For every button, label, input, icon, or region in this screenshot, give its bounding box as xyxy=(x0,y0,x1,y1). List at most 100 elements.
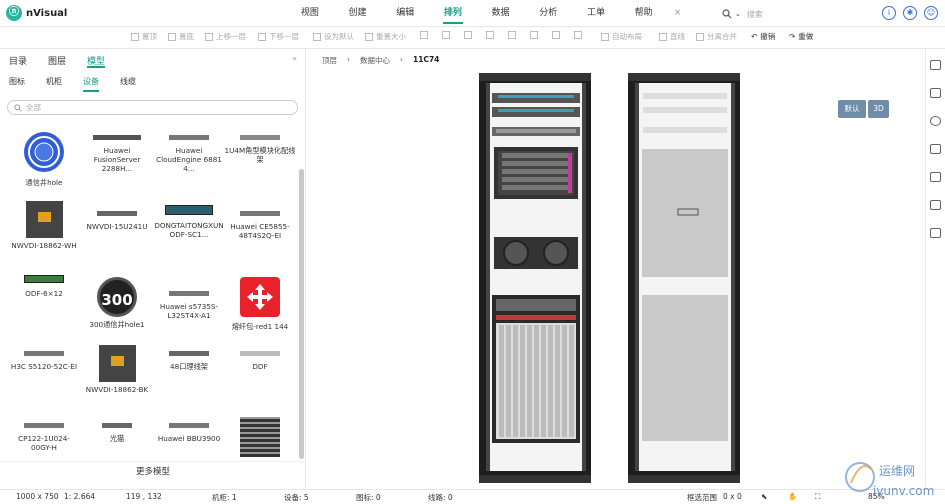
menu-workorder[interactable]: 工单 xyxy=(572,0,620,27)
model-item[interactable]: ODF-6×12 xyxy=(8,275,80,298)
straight-line-button[interactable]: 直线 xyxy=(659,31,685,42)
info-icon[interactable]: i xyxy=(882,6,896,20)
model-item[interactable]: Huawei BBU3900 xyxy=(153,423,225,443)
view-default-button[interactable]: 默认 xyxy=(838,100,866,118)
app-logo[interactable]: ⓝ nVisual xyxy=(6,5,67,21)
cursor-readout: 119 , 132 xyxy=(126,492,162,501)
align-left-button[interactable] xyxy=(420,31,431,39)
model-item[interactable]: 光猫 xyxy=(81,423,153,443)
pan-tool-icon[interactable]: ✋ xyxy=(788,492,797,501)
user-icon[interactable]: ☺ xyxy=(924,6,938,20)
search-box[interactable]: ⌄ 搜索 xyxy=(722,6,872,22)
model-item[interactable]: Huawei CloudEngine 6881 4... xyxy=(153,135,225,173)
subtab-icons[interactable]: 图标 xyxy=(9,72,25,92)
model-grid: 通信井hole Huawei FusionServer 2288H... Hua… xyxy=(0,125,300,463)
properties-icon[interactable] xyxy=(930,60,941,70)
menu-arrange[interactable]: 排列 xyxy=(429,0,477,27)
main-menu: 视图 创建 编辑 排列 数据 分析 工单 帮助 × xyxy=(286,0,688,27)
move-down-button[interactable]: 下移一层 xyxy=(258,31,299,42)
model-item[interactable]: Huawei CE5855-48T4S2Q-EI xyxy=(224,211,296,240)
tab-models[interactable]: 模型 xyxy=(87,49,106,68)
switch-thumb xyxy=(24,351,64,356)
arrange-toolbar: 置顶 置底 上移一层 下移一层 设为默认 重置大小 自动布局 直线 分离合并 ↶… xyxy=(0,27,945,49)
subtab-cables[interactable]: 线缆 xyxy=(120,72,136,92)
canvas[interactable]: 顶层 › 数据中心 › 11C74 默认 3D xyxy=(306,49,925,489)
rear-rack[interactable] xyxy=(628,73,740,483)
send-to-bottom-button[interactable]: 置底 xyxy=(168,31,194,42)
align-center-button[interactable] xyxy=(442,31,453,39)
chassis-thumb xyxy=(240,417,280,457)
rack-view[interactable] xyxy=(306,49,925,489)
redo-button[interactable]: ↷ 重做 xyxy=(789,31,813,42)
right-toolbar xyxy=(925,49,945,489)
menu-data[interactable]: 数据 xyxy=(477,0,525,27)
tab-catalog[interactable]: 目录 xyxy=(9,49,27,68)
monitor-icon[interactable] xyxy=(930,228,941,238)
pointer-tool-icon[interactable]: ⬉ xyxy=(761,492,767,501)
auto-layout-icon xyxy=(601,32,609,41)
move-up-button[interactable]: 上移一层 xyxy=(205,31,246,42)
distribute-h-button[interactable] xyxy=(552,31,563,39)
auto-layout-button[interactable]: 自动布局 xyxy=(601,31,642,42)
menu-edit[interactable]: 编辑 xyxy=(381,0,429,27)
undo-button[interactable]: ↶ 撤销 xyxy=(751,31,775,42)
list-icon[interactable] xyxy=(930,88,941,98)
panel-scrollbar[interactable] xyxy=(299,169,304,459)
align-right-button[interactable] xyxy=(464,31,475,39)
align-top-button[interactable] xyxy=(486,31,497,39)
menu-help[interactable]: 帮助 xyxy=(620,0,668,27)
view-3d-button[interactable]: 3D xyxy=(868,100,889,118)
model-item[interactable]: CP122-1U024-00GY-H xyxy=(8,423,80,452)
tab-layers[interactable]: 图层 xyxy=(48,49,66,68)
subtab-cabinets[interactable]: 机柜 xyxy=(46,72,62,92)
distribute-h-icon xyxy=(552,31,560,39)
redo-icon: ↷ xyxy=(789,32,796,41)
model-item[interactable]: 1U4M角型模块化配线架 xyxy=(224,135,296,164)
panel-thumb xyxy=(97,211,137,216)
align-middle-button[interactable] xyxy=(508,31,519,39)
model-item[interactable]: H3C S5120-52C-EI xyxy=(8,351,80,371)
odf-thumb xyxy=(24,275,64,283)
model-item[interactable] xyxy=(224,417,296,460)
model-item[interactable]: NWVDI-15U241U xyxy=(81,211,153,231)
bring-to-top-button[interactable]: 置顶 xyxy=(131,31,157,42)
set-default-button[interactable]: 设为默认 xyxy=(313,31,354,42)
reset-size-icon xyxy=(365,32,373,41)
front-rack[interactable] xyxy=(479,73,591,483)
link-icon[interactable] xyxy=(930,144,941,154)
model-item[interactable]: 熔纤包-red1 144 xyxy=(224,277,296,331)
distribute-v-button[interactable] xyxy=(574,31,585,39)
align-top-icon xyxy=(486,31,494,39)
model-item[interactable]: NWVDI-18862-BK xyxy=(81,345,153,394)
menu-close-icon[interactable]: × xyxy=(668,0,688,27)
split-merge-button[interactable]: 分离合并 xyxy=(696,31,737,42)
settings-icon[interactable]: ✱ xyxy=(903,6,917,20)
model-item[interactable]: Huawei FusionServer 2288H... xyxy=(81,135,153,173)
model-item[interactable]: NWVDI-18862-WH xyxy=(8,201,80,250)
search-input[interactable]: 搜索 xyxy=(747,9,763,20)
model-item[interactable]: 300 300通信井hole1 xyxy=(81,277,153,329)
fullscreen-icon[interactable]: ⛶ xyxy=(815,492,820,502)
menu-create[interactable]: 创建 xyxy=(334,0,382,27)
model-item[interactable]: 48口理线架 xyxy=(153,351,225,371)
align-middle-icon xyxy=(508,31,516,39)
menu-analysis[interactable]: 分析 xyxy=(524,0,572,27)
model-item[interactable]: DDF xyxy=(224,351,296,371)
undo-icon: ↶ xyxy=(751,32,758,41)
reset-size-button[interactable]: 重置大小 xyxy=(365,31,406,42)
chevron-down-icon[interactable]: ⌄ xyxy=(735,10,741,18)
menu-view[interactable]: 视图 xyxy=(286,0,334,27)
align-bottom-button[interactable] xyxy=(530,31,541,39)
more-models-button[interactable]: 更多模型 xyxy=(0,461,306,481)
filter-icon[interactable] xyxy=(930,172,941,182)
topology-icon[interactable] xyxy=(930,116,941,126)
collapse-panel-icon[interactable]: « xyxy=(292,54,297,63)
model-item[interactable]: DONGTAITONGXUN ODF-SC1... xyxy=(153,205,225,239)
move-down-icon xyxy=(258,32,266,41)
model-item[interactable]: 通信井hole xyxy=(8,131,80,187)
subtab-devices[interactable]: 设备 xyxy=(83,72,99,92)
selection-label: 框选范围 xyxy=(687,493,717,502)
export-icon[interactable] xyxy=(930,200,941,210)
model-search-input[interactable]: 全部 xyxy=(7,100,298,115)
model-item[interactable]: Huawei s5735S-L32ST4X-A1 xyxy=(153,291,225,320)
